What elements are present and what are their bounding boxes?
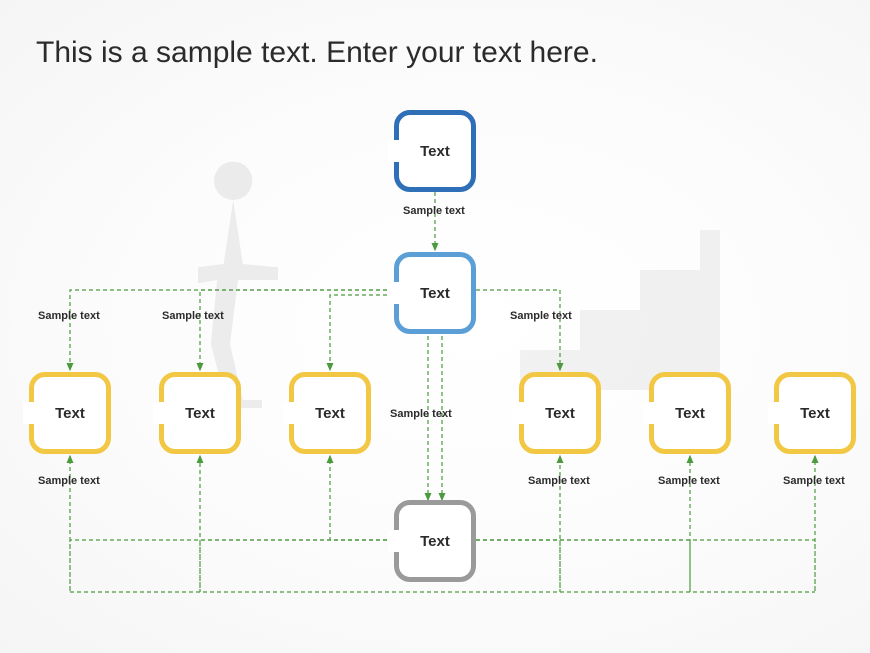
edge-label-mid-y2: Sample text	[162, 310, 224, 322]
node-y5: Text	[649, 372, 731, 454]
edge-label-bottom-y6: Sample text	[783, 475, 845, 487]
node-label: Text	[315, 405, 345, 422]
node-label: Text	[800, 405, 830, 422]
node-label: Text	[545, 405, 575, 422]
node-y2: Text	[159, 372, 241, 454]
edge-label-mid-y4: Sample text	[510, 310, 572, 322]
edge-label-bottom-y5: Sample text	[658, 475, 720, 487]
node-label: Text	[420, 285, 450, 302]
node-label: Text	[185, 405, 215, 422]
edge-label-bottom-y1: Sample text	[38, 475, 100, 487]
node-y1: Text	[29, 372, 111, 454]
edge-label-mid-y1: Sample text	[38, 310, 100, 322]
node-label: Text	[420, 533, 450, 550]
background-steps	[520, 190, 720, 395]
node-label: Text	[675, 405, 705, 422]
page-title: This is a sample text. Enter your text h…	[36, 36, 598, 70]
node-label: Text	[420, 143, 450, 160]
node-y3: Text	[289, 372, 371, 454]
node-y4: Text	[519, 372, 601, 454]
edge-label-top-mid: Sample text	[403, 205, 465, 217]
node-mid: Text	[394, 252, 476, 334]
edge-label-mid-bottom: Sample text	[390, 408, 452, 420]
node-label: Text	[55, 405, 85, 422]
node-y6: Text	[774, 372, 856, 454]
node-top: Text	[394, 110, 476, 192]
node-bottom: Text	[394, 500, 476, 582]
edge-label-bottom-y4: Sample text	[528, 475, 590, 487]
